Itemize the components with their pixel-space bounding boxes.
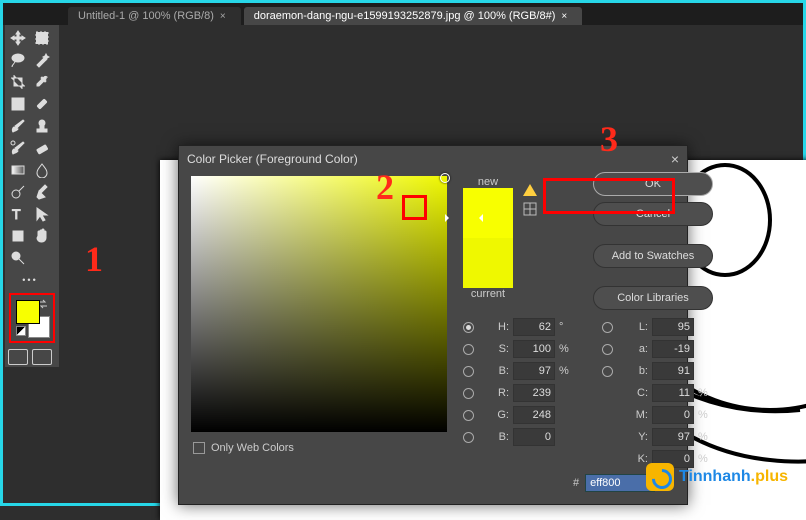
mask-mode[interactable]: [6, 349, 54, 365]
g-input[interactable]: [513, 406, 555, 424]
tab-doraemon[interactable]: doraemon-dang-ngu-e1599193252879.jpg @ 1…: [244, 7, 583, 25]
s-radio[interactable]: [463, 344, 474, 355]
r-input[interactable]: [513, 384, 555, 402]
close-icon[interactable]: ×: [561, 11, 567, 22]
eyedropper-tool[interactable]: [30, 71, 54, 93]
l-radio[interactable]: [602, 322, 613, 333]
history-brush-tool[interactable]: [6, 137, 30, 159]
g-radio[interactable]: [463, 410, 474, 421]
brush-tool[interactable]: [6, 115, 30, 137]
dodge-tool[interactable]: [6, 181, 30, 203]
watermark: Tinnhanh.plus: [646, 463, 788, 491]
stamp-tool[interactable]: [30, 115, 54, 137]
y-input[interactable]: [652, 428, 694, 446]
tab-label: doraemon-dang-ngu-e1599193252879.jpg @ 1…: [254, 10, 556, 22]
marquee-tool[interactable]: [30, 27, 54, 49]
c-input[interactable]: [652, 384, 694, 402]
tab-label: Untitled-1 @ 100% (RGB/8): [78, 10, 214, 22]
a-input[interactable]: [652, 340, 694, 358]
hex-input[interactable]: [585, 474, 655, 492]
watermark-icon: [646, 463, 674, 491]
doc-tabs: Untitled-1 @ 100% (RGB/8) × doraemon-dan…: [3, 3, 803, 25]
annotation-2: 2: [376, 166, 394, 208]
shape-tool[interactable]: [6, 225, 30, 247]
edit-toolbar[interactable]: •••: [6, 269, 54, 291]
annotation-3-box: [543, 178, 675, 214]
m-input[interactable]: [652, 406, 694, 424]
only-web-colors-option[interactable]: Only Web Colors: [193, 442, 447, 454]
b-radio[interactable]: [463, 366, 474, 377]
current-label: current: [471, 288, 505, 300]
a-radio[interactable]: [602, 344, 613, 355]
h-radio[interactable]: [463, 322, 474, 333]
dialog-title: Color Picker (Foreground Color): [187, 152, 358, 166]
lasso-tool[interactable]: [6, 49, 30, 71]
s-input[interactable]: [513, 340, 555, 358]
zoom-tool[interactable]: [6, 247, 30, 269]
new-label: new: [478, 176, 498, 188]
current-color-swatch[interactable]: [463, 238, 513, 288]
web-safe-warning-icon[interactable]: [523, 202, 537, 216]
l-input[interactable]: [652, 318, 694, 336]
bb-input[interactable]: [513, 428, 555, 446]
frame-tool[interactable]: [6, 93, 30, 115]
color-swatches[interactable]: [9, 293, 55, 343]
default-colors-icon[interactable]: [16, 326, 26, 336]
gamut-warning-icon[interactable]: [523, 182, 537, 196]
eraser-tool[interactable]: [30, 137, 54, 159]
bb-radio[interactable]: [463, 432, 474, 443]
hex-label: #: [573, 477, 579, 489]
checkbox-icon[interactable]: [193, 442, 205, 454]
toolbox: T •••: [5, 25, 59, 367]
wand-tool[interactable]: [30, 49, 54, 71]
add-to-swatches-button[interactable]: Add to Swatches: [593, 244, 713, 268]
h-input[interactable]: [513, 318, 555, 336]
color-libraries-button[interactable]: Color Libraries: [593, 286, 713, 310]
annotation-3: 3: [600, 118, 618, 160]
b-input[interactable]: [513, 362, 555, 380]
r-radio[interactable]: [463, 388, 474, 399]
hand-tool[interactable]: [30, 225, 54, 247]
move-tool[interactable]: [6, 27, 30, 49]
tab-untitled[interactable]: Untitled-1 @ 100% (RGB/8) ×: [68, 7, 241, 25]
sv-cursor: [440, 173, 450, 183]
path-select-tool[interactable]: [30, 203, 54, 225]
healing-tool[interactable]: [30, 93, 54, 115]
only-web-label: Only Web Colors: [211, 442, 294, 454]
new-color-swatch: [463, 188, 513, 238]
type-tool[interactable]: T: [6, 203, 30, 225]
lb-input[interactable]: [652, 362, 694, 380]
annotation-2-box: [402, 195, 427, 220]
svg-text:T: T: [12, 206, 21, 222]
gradient-tool[interactable]: [6, 159, 30, 181]
blur-tool[interactable]: [30, 159, 54, 181]
annotation-1: 1: [85, 238, 103, 280]
lb-radio[interactable]: [602, 366, 613, 377]
foreground-color[interactable]: [16, 300, 40, 324]
crop-tool[interactable]: [6, 71, 30, 93]
close-icon[interactable]: ×: [671, 151, 679, 167]
pen-tool[interactable]: [30, 181, 54, 203]
close-icon[interactable]: ×: [220, 11, 226, 22]
